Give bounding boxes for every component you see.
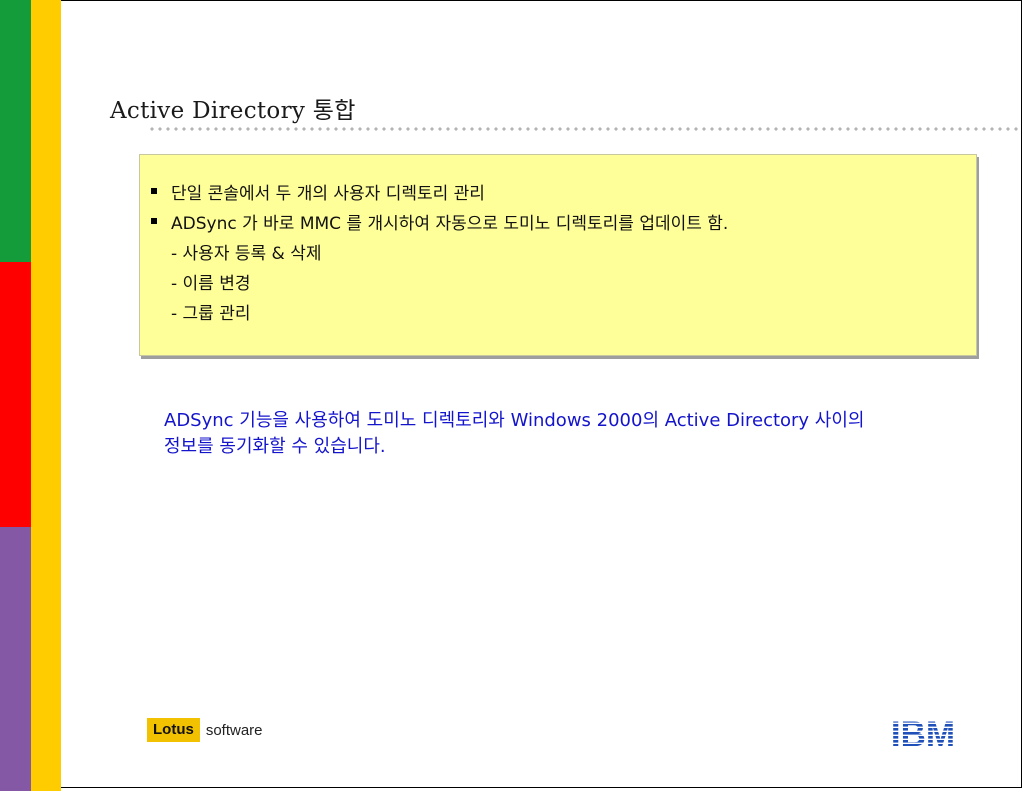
sub-item-3: - 그룹 관리 — [171, 304, 251, 324]
stripe-yellow — [31, 0, 61, 791]
bullet-icon — [151, 188, 157, 194]
lotus-mark: Lotus — [147, 718, 200, 742]
bullet-icon — [151, 218, 157, 224]
ibm-logo-icon: IBM — [886, 716, 960, 748]
stripe-red — [0, 262, 31, 527]
lotus-software-logo: Lotus software — [147, 717, 263, 743]
title-divider — [148, 126, 1020, 132]
sub-item-1: - 사용자 등록 & 삭제 — [171, 244, 322, 264]
description: ADSync 기능을 사용하여 도미노 디렉토리와 Windows 2000의 … — [164, 408, 984, 460]
stripe-green — [0, 0, 31, 262]
lotus-word: software — [205, 721, 263, 739]
description-line-1: ADSync 기능을 사용하여 도미노 디렉토리와 Windows 2000의 … — [164, 410, 865, 431]
description-line-2: 정보를 동기화할 수 있습니다. — [164, 436, 386, 457]
ibm-logo: IBM — [886, 716, 960, 752]
bullet-item-1: 단일 콘솔에서 두 개의 사용자 디렉토리 관리 — [171, 184, 485, 204]
stripe-purple — [0, 527, 31, 791]
sub-item-2: - 이름 변경 — [171, 274, 251, 294]
content-box: 단일 콘솔에서 두 개의 사용자 디렉토리 관리 ADSync 가 바로 MMC… — [139, 154, 977, 356]
slide-title: Active Directory 통합 — [110, 98, 356, 124]
bullet-item-2: ADSync 가 바로 MMC 를 개시하여 자동으로 도미노 디렉토리를 업데… — [171, 214, 729, 234]
